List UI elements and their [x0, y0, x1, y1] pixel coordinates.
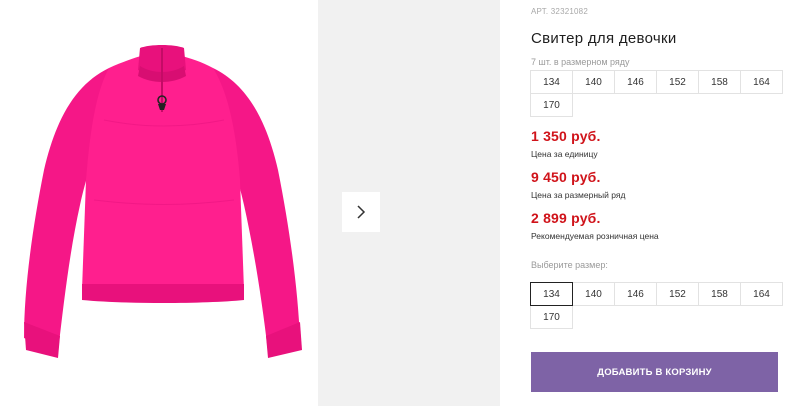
gallery-next-button[interactable] [342, 192, 380, 232]
size-option-170[interactable]: 170 [530, 305, 573, 329]
size-row-item: 146 [614, 70, 657, 94]
unit-price: 1 350 руб. [531, 128, 601, 144]
sweater-image [24, 45, 302, 358]
row-price: 9 450 руб. [531, 169, 601, 185]
size-row-list: 134 140 146 152 158 164 170 [530, 70, 783, 117]
product-title: Свитер для девочки [531, 30, 677, 47]
size-row-item: 158 [698, 70, 741, 94]
size-option-152[interactable]: 152 [656, 282, 699, 306]
retail-price-label: Рекомендуемая розничная цена [531, 231, 659, 241]
size-row-note: 7 шт. в размерном ряду [531, 57, 630, 67]
size-row-item: 170 [530, 93, 573, 117]
size-option-158[interactable]: 158 [698, 282, 741, 306]
article-number: АРТ. 32321082 [531, 7, 588, 16]
size-row-item: 164 [740, 70, 783, 94]
product-gallery [0, 0, 500, 406]
unit-price-label: Цена за единицу [531, 149, 598, 159]
size-row-item: 134 [530, 70, 573, 94]
size-row-item: 152 [656, 70, 699, 94]
article-label: АРТ. [531, 7, 549, 16]
size-option-146[interactable]: 146 [614, 282, 657, 306]
article-value: 32321082 [550, 7, 588, 16]
size-option-164[interactable]: 164 [740, 282, 783, 306]
retail-price: 2 899 руб. [531, 210, 601, 226]
chevron-right-icon [357, 205, 366, 219]
size-selector: 134 140 146 152 158 164 170 [530, 282, 783, 329]
size-select-label: Выберите размер: [531, 260, 608, 270]
size-row-item: 140 [572, 70, 615, 94]
row-price-label: Цена за размерный ряд [531, 190, 626, 200]
size-option-134[interactable]: 134 [530, 282, 573, 306]
add-to-cart-button[interactable]: ДОБАВИТЬ В КОРЗИНУ [531, 352, 778, 392]
size-option-140[interactable]: 140 [572, 282, 615, 306]
product-photo [4, 0, 318, 406]
